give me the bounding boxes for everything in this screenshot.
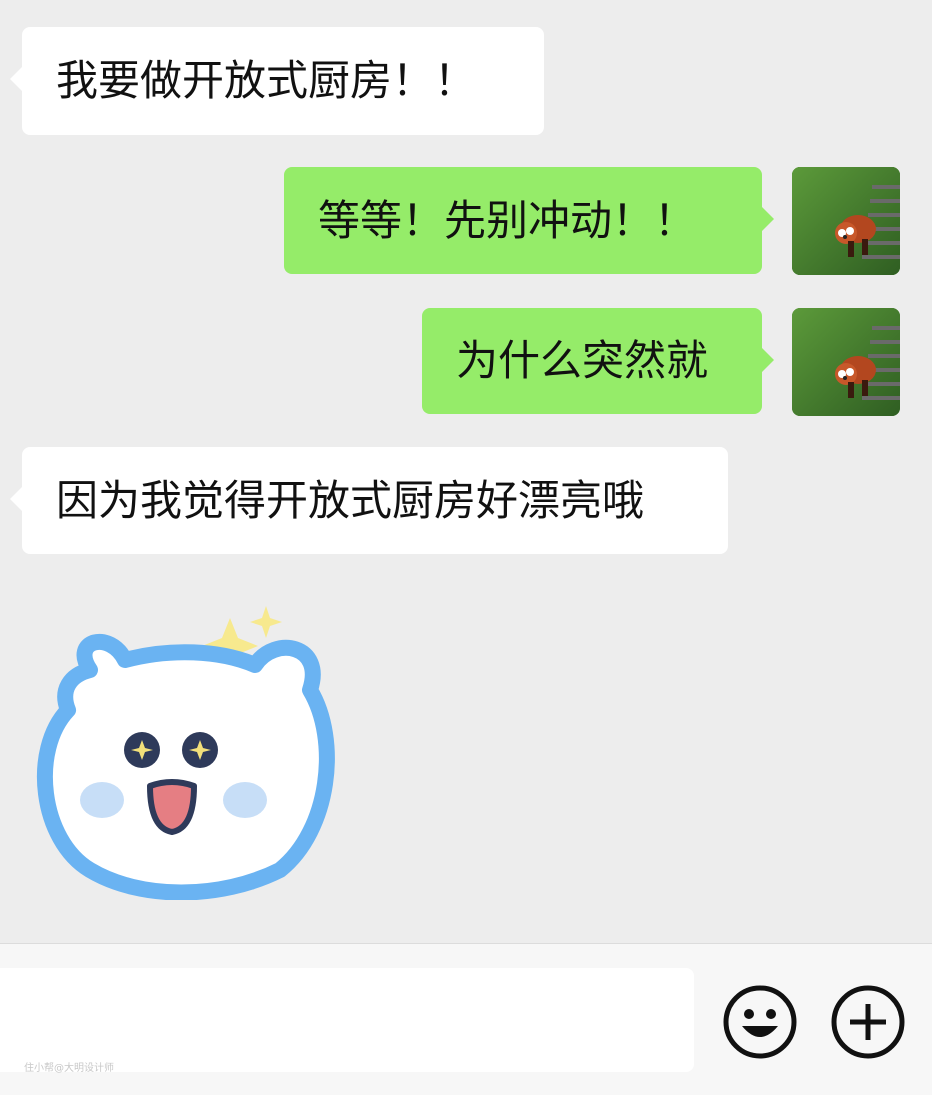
message-input-bar: 住小帮@大明设计师: [0, 943, 932, 1095]
outgoing-message-bubble[interactable]: 等等！先别冲动！！: [284, 167, 774, 274]
red-panda-photo: [792, 308, 900, 416]
emoji-button[interactable]: [722, 984, 798, 1060]
watermark: 住小帮@大明设计师: [24, 1063, 114, 1074]
emoji-smile-icon: [723, 985, 797, 1059]
message-text: 等等！先别冲动！！: [318, 195, 697, 245]
red-panda-avatar[interactable]: [792, 167, 900, 275]
bear-sticker-graphic: [36, 606, 335, 901]
message-text: 为什么突然就: [456, 336, 709, 385]
red-panda-avatar[interactable]: [792, 308, 900, 416]
chat-message-list[interactable]: 我要做开放式厨房！！ 等等！先别冲动！！ 为什么突然就 因为我觉得开放式厨房好漂…: [0, 0, 932, 943]
plus-circle-icon: [831, 985, 905, 1059]
outgoing-message-bubble[interactable]: 为什么突然就: [422, 308, 774, 414]
plus-button[interactable]: [830, 984, 906, 1060]
incoming-message-bubble[interactable]: 因为我觉得开放式厨房好漂亮哦: [10, 447, 728, 554]
message-text: 我要做开放式厨房！！: [56, 56, 477, 105]
message-text: 因为我觉得开放式厨房好漂亮哦: [56, 475, 645, 525]
incoming-message-bubble[interactable]: 我要做开放式厨房！！: [10, 27, 544, 135]
message-input[interactable]: [0, 968, 694, 1072]
red-panda-photo: [792, 167, 900, 275]
smiling-white-bear-sticker[interactable]: [30, 600, 340, 901]
